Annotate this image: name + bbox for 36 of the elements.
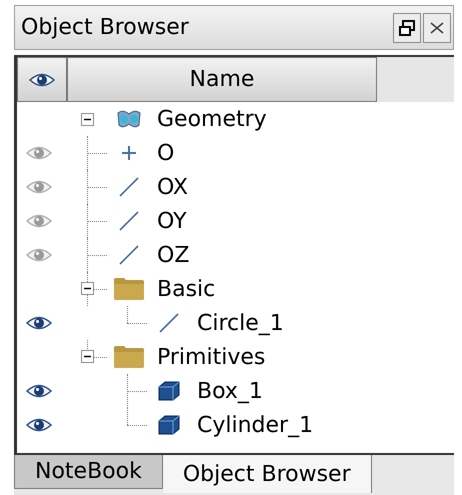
tab[interactable]: NoteBook: [14, 455, 163, 489]
eye-icon[interactable]: [29, 72, 55, 88]
eye-icon[interactable]: [26, 315, 52, 331]
line-icon: [118, 244, 140, 266]
restore-icon: [398, 18, 416, 36]
tree-item-label[interactable]: Geometry: [157, 102, 267, 136]
collapse-toggle[interactable]: [80, 112, 94, 126]
tree-item-label[interactable]: Circle_1: [197, 306, 284, 340]
cube-icon: [157, 380, 181, 402]
tree-item-label[interactable]: Basic: [157, 272, 216, 306]
assembly-icon: [116, 108, 142, 130]
folder-icon: [113, 277, 145, 301]
line-icon: [158, 312, 180, 334]
close-icon: [429, 20, 445, 34]
collapse-toggle[interactable]: [81, 282, 94, 295]
tree-item-label[interactable]: OZ: [157, 238, 190, 272]
eye-icon[interactable]: [26, 383, 52, 399]
tab[interactable]: Object Browser: [162, 455, 372, 493]
plus-icon: [121, 145, 137, 161]
column-header[interactable]: Name: [67, 57, 377, 102]
tree-item-label[interactable]: Cylinder_1: [197, 408, 314, 442]
tree-item-label[interactable]: OY: [157, 204, 187, 238]
float-button[interactable]: [393, 12, 421, 42]
column-header[interactable]: [17, 57, 67, 102]
line-icon: [118, 176, 140, 198]
eye-icon[interactable]: [26, 417, 52, 433]
folder-icon: [113, 345, 145, 369]
tree-item-label[interactable]: Primitives: [157, 340, 266, 374]
tree-item-label[interactable]: O: [157, 136, 174, 170]
collapse-toggle[interactable]: [81, 350, 94, 363]
cube-icon: [157, 414, 181, 436]
window-title: Object Browser: [21, 14, 189, 42]
tree-item-label[interactable]: OX: [157, 170, 188, 204]
line-icon: [118, 210, 140, 232]
tree-item-label[interactable]: Box_1: [197, 374, 263, 408]
close-button[interactable]: [423, 12, 451, 42]
